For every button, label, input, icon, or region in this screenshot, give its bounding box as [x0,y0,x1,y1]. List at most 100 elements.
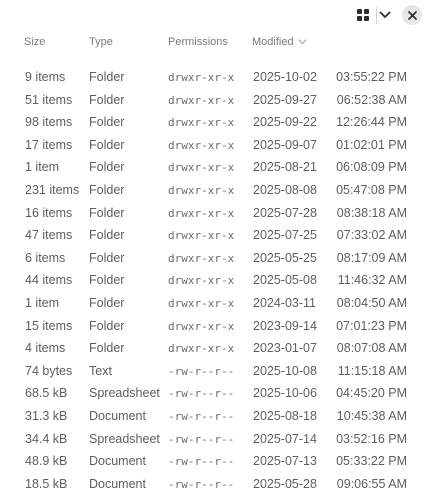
file-permissions: -rw-r--r-- [168,387,235,401]
modified-time: 10:45:38 AM [336,408,407,423]
file-row[interactable]: 6 items Folder drwxr-xr-x 2025-05-25 08:17:0… [0,247,426,270]
file-row[interactable]: 47 items Folder drwxr-xr-x 2025-07-25 07:33:… [0,224,426,247]
file-type: Text [89,363,112,378]
file-size: 18.5 kB [25,476,68,491]
modified-time: 08:04:50 AM [336,295,407,310]
file-type: Folder [89,115,125,130]
file-type: Folder [89,137,125,152]
file-size: 74 bytes [25,363,73,378]
file-row[interactable]: 51 items Folder drwxr-xr-x 2025-09-27 06:52:… [0,89,426,112]
file-permissions: -rw-r--r-- [168,409,235,423]
modified-time: 08:07:08 AM [336,341,407,356]
modified-time: 03:52:16 PM [336,431,407,446]
modified-time: 08:38:18 AM [336,205,407,220]
modified-date: 2025-05-28 [253,476,317,491]
file-type: Folder [89,228,125,243]
grid-view-button[interactable] [352,5,374,25]
column-header-modified: Modified [252,36,294,48]
file-size: 34.4 kB [25,431,68,446]
modified-date: 2025-09-27 [253,92,317,107]
file-type: Folder [89,250,125,265]
modified-date: 2025-09-07 [253,137,317,152]
file-size: 47 items [25,228,73,243]
file-row[interactable]: 98 items Folder drwxr-xr-x 2025-09-22 12:26:… [0,111,426,134]
file-size: 15 items [25,318,73,333]
modified-time: 06:52:38 AM [336,92,407,107]
close-button[interactable] [402,5,422,25]
view-options-button[interactable] [374,5,396,25]
sort-descending-icon [297,36,307,48]
modified-date: 2025-05-08 [253,273,317,288]
file-row[interactable]: 44 items Folder drwxr-xr-x 2025-05-08 11:46:… [0,269,426,292]
file-type: Spreadsheet [89,386,160,401]
file-permissions: drwxr-xr-x [168,229,235,243]
file-size: 4 items [25,341,66,356]
close-icon [407,10,417,20]
file-row[interactable]: 48.9 kB Document -rw-r--r-- 2025-07-13 05:33… [0,450,426,473]
file-type: Folder [89,70,125,84]
column-header-permissions[interactable]: Permissions [168,36,228,48]
modified-date: 2023-01-07 [253,341,317,356]
file-type: Document [89,476,146,491]
file-permissions: drwxr-xr-x [168,206,235,220]
file-permissions: drwxr-xr-x [168,183,235,197]
file-row[interactable]: 231 items Folder drwxr-xr-x 2025-08-08 05:47… [0,179,426,202]
file-row[interactable]: 15 items Folder drwxr-xr-x 2023-09-14 07:01:… [0,315,426,338]
file-size: 48.9 kB [25,454,68,469]
file-row[interactable]: 18.5 kB Document -rw-r--r-- 2025-05-28 09:06… [0,473,426,496]
file-permissions: drwxr-xr-x [168,116,235,130]
file-row[interactable]: 1 item Folder drwxr-xr-x 2024-03-11 08:04:50… [0,292,426,315]
file-size: 68.5 kB [25,386,68,401]
modified-date: 2023-09-14 [253,318,317,333]
file-size: 1 item [25,160,60,175]
file-row[interactable]: 68.5 kB Spreadsheet -rw-r--r-- 2025-10-06 04… [0,382,426,405]
file-type: Folder [89,160,125,175]
file-permissions: drwxr-xr-x [168,296,235,310]
file-permissions: drwxr-xr-x [168,342,235,356]
file-permissions: drwxr-xr-x [168,138,235,152]
file-type: Folder [89,205,125,220]
chevron-down-icon [379,11,391,18]
file-row[interactable]: 34.4 kB Spreadsheet -rw-r--r-- 2025-07-14 03… [0,428,426,451]
modified-time: 04:45:20 PM [336,386,407,401]
modified-date: 2025-08-21 [253,160,317,175]
modified-date: 2025-10-06 [253,386,317,401]
modified-time: 11:15:18 AM [337,363,407,378]
file-row[interactable]: 16 items Folder drwxr-xr-x 2025-07-28 08:38:… [0,202,426,225]
modified-date: 2025-05-25 [253,250,317,265]
modified-date: 2025-08-18 [253,408,317,423]
modified-time: 08:17:09 AM [336,250,407,265]
file-type: Folder [89,341,125,356]
file-row[interactable]: 17 items Folder drwxr-xr-x 2025-09-07 01:02:… [0,134,426,157]
column-header-row: Size Type Permissions Modified [0,36,426,54]
file-row[interactable]: 4 items Folder drwxr-xr-x 2023-01-07 08:07:0… [0,337,426,360]
modified-date: 2025-07-13 [253,454,317,469]
file-permissions: -rw-r--r-- [168,364,235,378]
modified-date: 2025-07-28 [253,205,317,220]
file-row[interactable]: 9 items Folder drwxr-xr-x 2025-10-02 03:55:2… [0,66,426,89]
modified-time: 01:02:01 PM [336,137,407,152]
file-row[interactable]: 74 bytes Text -rw-r--r-- 2025-10-08 11:15:18… [0,360,426,383]
file-size: 9 items [25,70,66,84]
file-size: 1 item [25,295,60,310]
file-type: Document [89,454,146,469]
file-row[interactable]: 31.3 kB Document -rw-r--r-- 2025-08-18 10:45… [0,405,426,428]
modified-time: 07:01:23 PM [336,318,407,333]
modified-time: 09:06:55 AM [336,476,407,491]
file-permissions: drwxr-xr-x [168,319,235,333]
file-size: 231 items [25,182,80,197]
file-size: 98 items [25,115,73,130]
modified-time: 03:55:22 PM [336,70,407,84]
modified-time: 05:47:08 PM [336,182,407,197]
modified-date: 2025-10-02 [253,70,317,84]
column-header-type[interactable]: Type [89,36,113,48]
column-header-size[interactable]: Size [24,36,45,48]
file-row[interactable]: 1 item Folder drwxr-xr-x 2025-08-21 06:08:09… [0,156,426,179]
file-permissions: -rw-r--r-- [168,432,235,446]
file-permissions: -rw-r--r-- [168,455,235,469]
file-permissions: drwxr-xr-x [168,71,235,84]
modified-date: 2025-07-25 [253,228,317,243]
file-permissions: drwxr-xr-x [168,93,235,107]
file-permissions: -rw-r--r-- [168,477,235,491]
column-header-modified-group[interactable]: Modified [252,36,307,48]
